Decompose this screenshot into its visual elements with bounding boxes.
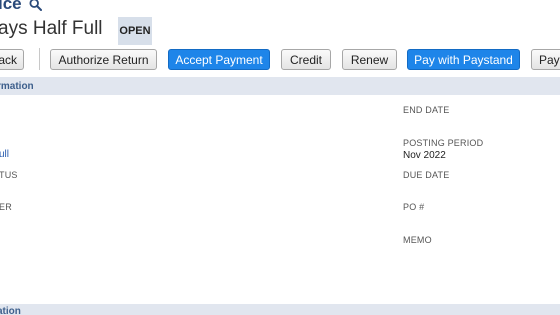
po-number-label: PO # [403, 202, 425, 212]
accept-payment-button[interactable]: Accept Payment [168, 49, 270, 70]
section-header-label: rmation [0, 80, 34, 92]
status-badge: OPEN [118, 17, 152, 45]
search-icon[interactable] [29, 0, 42, 11]
record-name: ays Half Full [0, 18, 103, 39]
posting-period-label: POSTING PERIOD [403, 138, 484, 148]
field-label: ER [0, 202, 12, 212]
memo-label: MEMO [403, 235, 432, 245]
section-header-label: ation [0, 305, 21, 315]
authorize-return-button[interactable]: Authorize Return [50, 49, 157, 70]
customer-link[interactable]: ull [0, 149, 9, 160]
end-date-label: END DATE [403, 105, 450, 115]
renew-button[interactable]: Renew [342, 49, 397, 70]
back-button[interactable]: ack [0, 49, 24, 70]
secondary-section-header[interactable]: ation [0, 304, 560, 315]
credit-button[interactable]: Credit [281, 49, 331, 70]
toolbar-divider [39, 48, 40, 70]
due-date-label: DUE DATE [403, 170, 450, 180]
pay-with-paystand-button[interactable]: Pay with Paystand [407, 49, 520, 70]
page-title: ice [0, 0, 22, 13]
paystand-overflow-button[interactable]: Pays [531, 49, 560, 70]
primary-information-header[interactable]: rmation [0, 77, 560, 95]
status-label: TUS [0, 170, 18, 180]
posting-period-value: Nov 2022 [403, 150, 446, 161]
